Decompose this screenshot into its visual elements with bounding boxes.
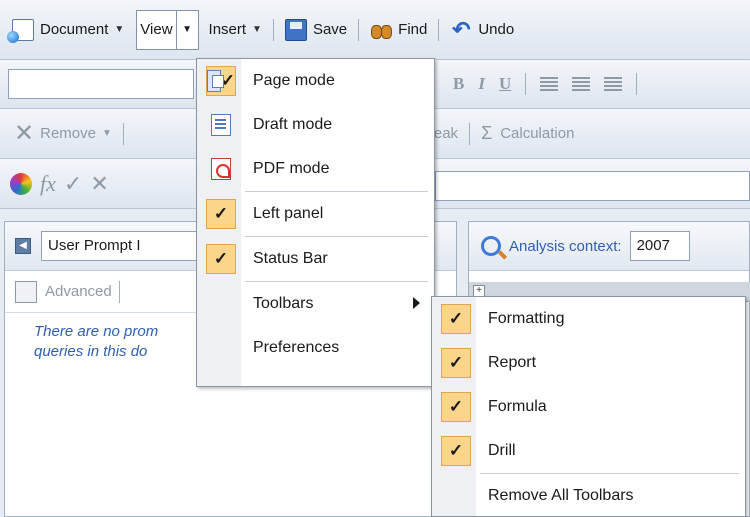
save-label: Save [312, 21, 348, 38]
checkmark-icon [206, 244, 236, 274]
advanced-icon [15, 280, 37, 303]
toolbar-divider [525, 73, 527, 95]
menu-item-drill[interactable]: Drill [432, 429, 745, 473]
toolbars-submenu: Formatting Report Formula Drill Remove A… [431, 296, 746, 517]
document-menu[interactable]: Document ▼ [7, 15, 128, 45]
menu-item-pdf-mode[interactable]: PDF mode [197, 147, 434, 191]
menu-item-label: Remove All Toolbars [488, 487, 634, 504]
save-button[interactable]: Save [281, 15, 351, 45]
view-menu-dropdown-arrow[interactable]: ▼ [176, 9, 199, 50]
align-right-icon[interactable] [604, 77, 623, 91]
align-center-icon[interactable] [572, 77, 591, 91]
validate-icon[interactable]: ✓ [64, 171, 82, 197]
menu-item-label: Drill [488, 442, 516, 459]
remove-button[interactable]: ✕ Remove ▼ [0, 119, 116, 149]
toolbar-divider [636, 73, 638, 95]
checkmark-icon [441, 436, 471, 466]
document-icon [7, 18, 34, 43]
toolbar-divider [272, 18, 274, 41]
draft-mode-icon [211, 114, 231, 136]
checkmark-icon [206, 199, 236, 229]
formula-editor-icon[interactable] [10, 172, 32, 195]
calculation-label: Calculation [500, 125, 575, 142]
chevron-down-icon: ▼ [252, 24, 262, 35]
fx-icon[interactable]: fx [40, 171, 56, 197]
toolbar-divider [122, 122, 124, 145]
menu-item-label: Left panel [253, 205, 324, 222]
checkmark-icon [441, 304, 471, 334]
checkmark-icon [441, 392, 471, 422]
document-menu-label: Document [40, 21, 109, 38]
menu-item-label: Formatting [488, 310, 565, 327]
menu-item-draft-mode[interactable]: Draft mode [197, 103, 434, 147]
menu-item-label: PDF mode [253, 160, 330, 177]
find-label: Find [398, 21, 428, 38]
remove-icon: ✕ [14, 120, 35, 147]
main-toolbar: Document ▼ View ▼ Insert ▼ Save Find ↶ U… [0, 0, 750, 60]
menu-item-label: Report [488, 354, 537, 371]
menu-item-remove-all-toolbars[interactable]: Remove All Toolbars [432, 474, 745, 517]
analysis-context-label: Analysis context: [509, 237, 622, 255]
toolbar-divider [358, 18, 360, 41]
analysis-context-field[interactable]: 2007 [629, 231, 690, 261]
underline-button[interactable]: U [499, 74, 511, 94]
italic-button[interactable]: I [478, 74, 485, 94]
binoculars-icon [370, 19, 393, 41]
chevron-down-icon: ▼ [101, 128, 112, 139]
menu-item-page-mode[interactable]: Page mode [197, 59, 434, 103]
pdf-mode-icon [211, 158, 231, 180]
find-button[interactable]: Find [366, 15, 431, 45]
sigma-icon: Σ [481, 123, 493, 143]
calculation-button[interactable]: Σ Calculation [477, 119, 578, 149]
page-mode-icon-slot [206, 66, 236, 96]
menu-item-label: Page mode [253, 72, 335, 89]
font-name-input[interactable] [8, 69, 194, 99]
submenu-arrow-icon [413, 297, 420, 309]
insert-menu-label: Insert [208, 21, 247, 38]
view-menu-label: View [140, 21, 173, 38]
menu-item-label: Status Bar [253, 250, 328, 267]
page-mode-icon [207, 70, 224, 92]
pdf-mode-icon-slot [206, 154, 236, 184]
remove-label: Remove [40, 125, 96, 142]
save-icon [284, 18, 307, 41]
report-panel-header: Analysis context: 2007 [469, 222, 749, 271]
menu-item-label: Preferences [253, 339, 340, 356]
menu-item-label: Toolbars [253, 295, 314, 312]
undo-label: Undo [478, 21, 515, 38]
undo-button[interactable]: ↶ Undo [446, 15, 518, 45]
draft-mode-icon-slot [206, 110, 236, 140]
menu-item-label: Formula [488, 398, 547, 415]
bold-button[interactable]: B [453, 74, 464, 94]
cancel-icon[interactable]: ✕ [90, 171, 108, 197]
align-left-icon[interactable] [540, 77, 559, 91]
toolbar-divider [438, 18, 440, 41]
menu-item-report[interactable]: Report [432, 341, 745, 385]
view-menu: Page mode Draft mode PDF mode Left panel… [196, 58, 435, 387]
menu-item-formatting[interactable]: Formatting [432, 297, 745, 341]
menu-item-preferences[interactable]: Preferences [197, 326, 434, 370]
no-prompts-message: There are no prom queries in this do [34, 323, 159, 360]
undo-icon: ↶ [452, 16, 471, 42]
toolbar-divider [118, 280, 120, 303]
chevron-down-icon: ▼ [114, 24, 125, 35]
menu-item-formula[interactable]: Formula [432, 385, 745, 429]
collapse-panel-icon[interactable]: ◀ [15, 238, 31, 254]
view-menu-button[interactable]: View [136, 9, 177, 50]
menu-item-left-panel[interactable]: Left panel [197, 192, 434, 236]
checkmark-icon [441, 348, 471, 378]
advanced-button[interactable]: Advanced [45, 283, 112, 300]
formula-input[interactable] [435, 171, 750, 201]
analysis-context-icon [481, 236, 501, 256]
insert-menu[interactable]: Insert ▼ [205, 15, 266, 45]
menu-item-toolbars[interactable]: Toolbars [197, 282, 434, 326]
menu-item-status-bar[interactable]: Status Bar [197, 237, 434, 281]
menu-item-label: Draft mode [253, 116, 333, 133]
toolbar-divider [469, 122, 471, 145]
